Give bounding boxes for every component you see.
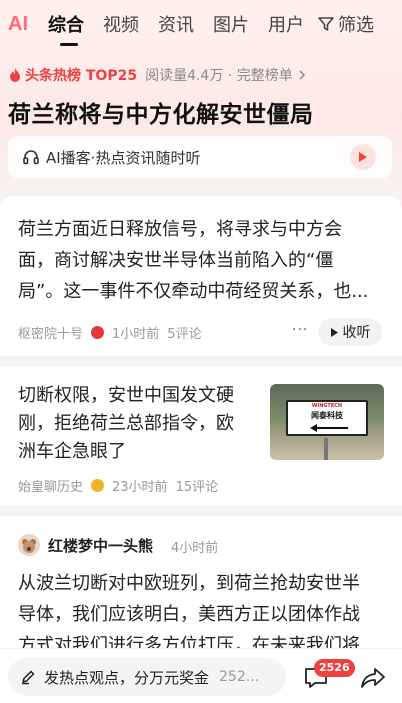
tab-video[interactable]: 视频 [103, 11, 139, 37]
hot-list-meta: 阅读量4.4万 · 完整榜单 [145, 68, 293, 84]
article-line: 刚，拒绝荷兰总部指令，欧 [18, 413, 234, 434]
post-line: 导体，我们应该明白，美西方正以团体作战 [18, 604, 360, 625]
tab-comprehensive[interactable]: 综合 [48, 11, 84, 46]
article-time: 23小时前 [112, 480, 168, 495]
ai-podcast-text: AI播客·热点资讯随时听 [46, 148, 201, 167]
sign-brand: WINGTECH [311, 403, 343, 409]
article-comments: 5评论 [167, 327, 202, 342]
article-line: 面，商讨解决安世半导体当前陷入的“僵 [18, 250, 334, 271]
article-thumbnail[interactable]: WINGTECH 闻泰科技 [270, 384, 384, 460]
article-source[interactable]: 始皇聊历史 [18, 476, 83, 495]
more-options-icon[interactable]: ··· [292, 322, 308, 338]
filter-button[interactable]: 筛选 [317, 11, 374, 37]
listen-label: 收听 [342, 325, 371, 341]
bottom-bar: 发热点观点，分万元奖金 252... 2526 [0, 648, 402, 703]
article-body: 切断权限，安世中国发文硬 刚，拒绝荷兰总部指令，欧 洲车企急眼了 [18, 382, 258, 466]
article-line: 局”。这一事件不仅牵动中荷经贸关系，也... [18, 281, 369, 302]
tab-images[interactable]: 图片 [213, 11, 249, 37]
article-comments: 15评论 [175, 480, 219, 495]
hot-list-row[interactable]: 头条热榜 TOP25 阅读量4.4万 · 完整榜单 [8, 64, 307, 86]
post-time: 4小时前 [171, 541, 219, 556]
post-author[interactable]: 红楼梦中一头熊 [48, 535, 153, 556]
play-icon [359, 152, 367, 162]
listen-button[interactable]: 收听 [318, 318, 382, 346]
article-meta: 始皇聊历史 23小时前 15评论 [18, 476, 226, 495]
article-source[interactable]: 枢密院十号 [18, 323, 83, 342]
article-time: 1小时前 [112, 327, 160, 342]
pen-icon [22, 670, 35, 685]
article-meta: 枢密院十号 1小时前 5评论 [18, 323, 210, 342]
article-body: 荷兰方面近日释放信号，将寻求与中方会 面，商讨解决安世半导体当前陷入的“僵 局”… [18, 214, 384, 307]
sign-pole [324, 438, 328, 460]
filter-label: 筛选 [338, 15, 374, 36]
page-title: 荷兰称将与中方化解安世僵局 [8, 102, 314, 128]
article-card[interactable]: 切断权限，安世中国发文硬 刚，拒绝荷兰总部指令，欧 洲车企急眼了 WINGTEC… [0, 366, 402, 506]
play-button[interactable] [350, 144, 376, 170]
article-line: 洲车企急眼了 [18, 441, 126, 462]
signboard: WINGTECH 闻泰科技 [286, 400, 368, 436]
tab-news[interactable]: 资讯 [158, 11, 194, 37]
share-icon[interactable] [360, 666, 386, 690]
compose-input[interactable]: 发热点观点，分万元奖金 252... [8, 658, 286, 696]
hot-list-label: 头条热榜 TOP25 [25, 68, 138, 84]
compose-label: 发热点观点，分万元奖金 [44, 668, 210, 687]
article-line: 荷兰方面近日释放信号，将寻求与中方会 [18, 219, 342, 240]
headphones-icon [23, 150, 39, 165]
post-line: 从波兰切断对中欧班列，到荷兰抢劫安世半 [18, 573, 360, 594]
article-line: 切断权限，安世中国发文硬 [18, 385, 234, 406]
verified-badge-icon [91, 326, 105, 339]
chevron-right-icon [299, 70, 305, 80]
comment-count-badge: 2526 [314, 659, 355, 677]
ai-podcast-bar[interactable]: AI播客·热点资讯随时听 [8, 136, 392, 178]
avatar[interactable] [18, 534, 40, 556]
arrow-left-icon [310, 424, 348, 432]
tab-bar: AI 综合 视频 资讯 图片 用户 筛选 [0, 0, 402, 48]
play-icon [330, 327, 338, 337]
tab-ai[interactable]: AI [8, 13, 42, 36]
verified-badge-icon [91, 479, 105, 492]
sign-name: 闻泰科技 [311, 411, 343, 420]
tab-users[interactable]: 用户 [268, 11, 304, 37]
filter-icon [318, 17, 334, 31]
bear-avatar-icon [22, 539, 36, 553]
fire-icon [10, 68, 20, 82]
compose-count: 252... [219, 669, 260, 685]
